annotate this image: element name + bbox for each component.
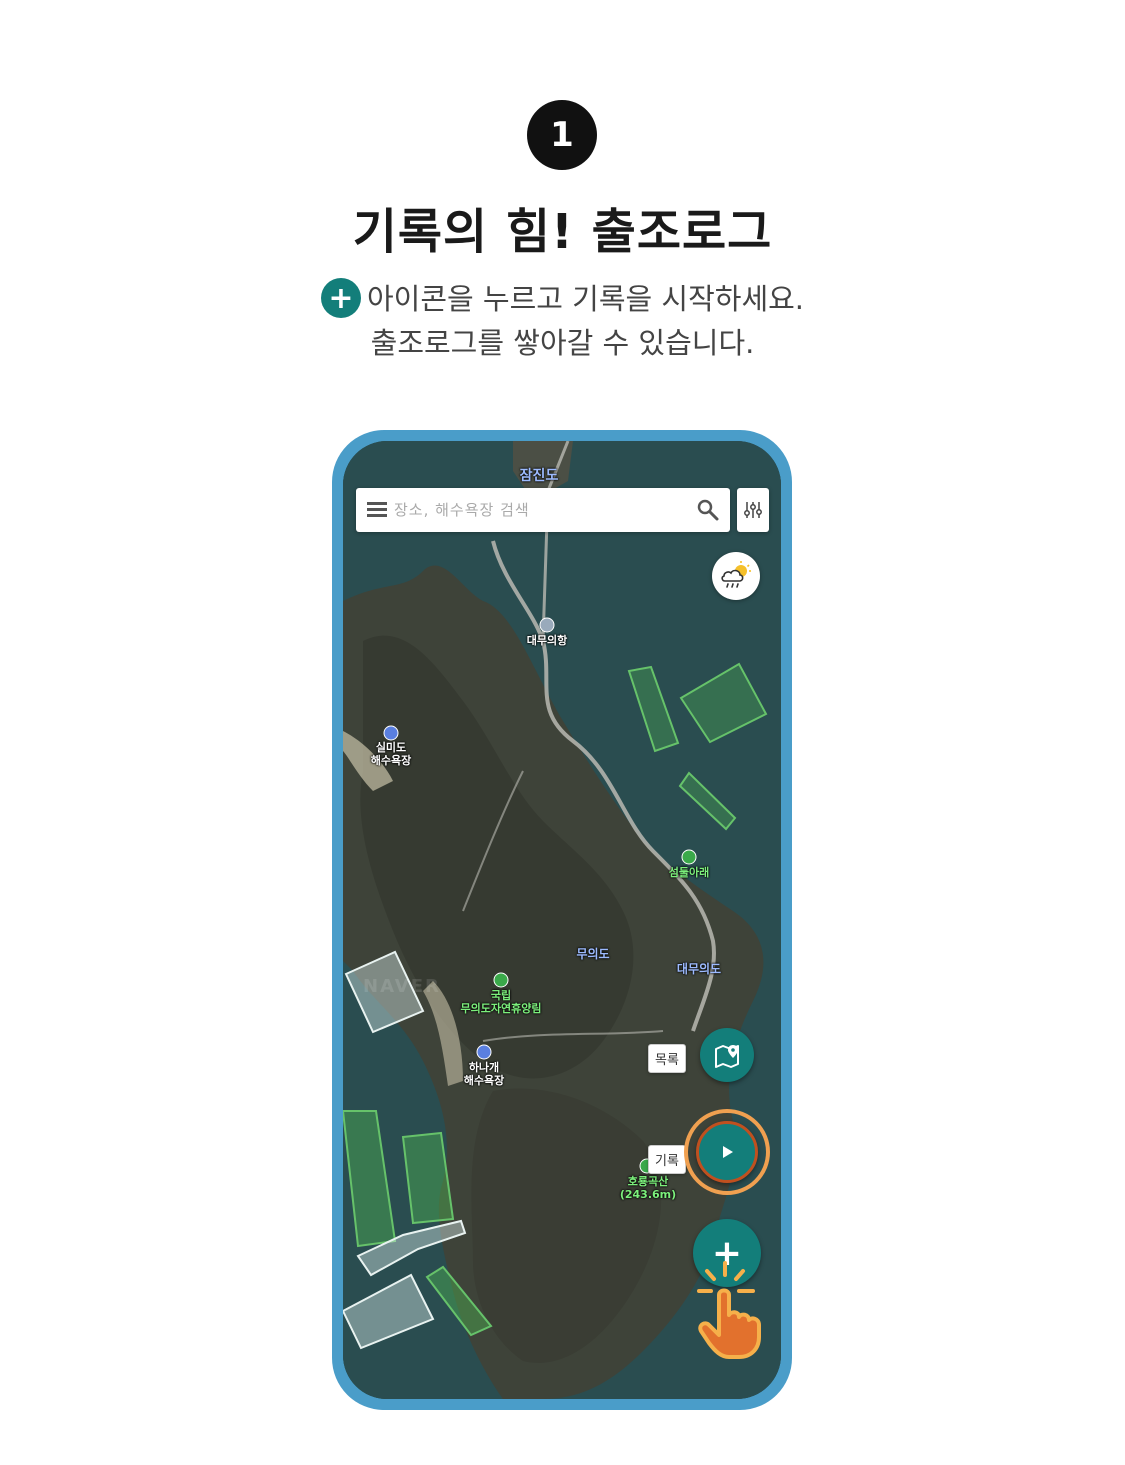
tap-hand-icon	[697, 1261, 761, 1359]
port-icon	[539, 617, 555, 633]
map-label-area: 대무의도	[676, 962, 722, 976]
map-pin-icon	[715, 1045, 739, 1068]
weather-rain-sun-icon	[721, 561, 751, 588]
menu-icon[interactable]	[367, 502, 387, 518]
weather-button[interactable]	[712, 552, 760, 600]
map-label-beach-2-type: 해수욕장	[463, 1074, 505, 1087]
map-label-peak-height: (243.6m)	[619, 1188, 677, 1201]
map-label-forest-name: 무의도자연휴양림	[460, 1002, 542, 1015]
map-label-trail: 섬둘아래	[668, 866, 710, 879]
beach-icon	[383, 725, 399, 741]
beach-icon	[476, 1044, 492, 1060]
list-label[interactable]: 목록	[648, 1044, 686, 1073]
sliders-icon	[744, 502, 762, 518]
plus-icon: +	[320, 278, 361, 318]
map-label-beach-1-type: 해수욕장	[370, 754, 412, 767]
map-watermark: NAVER	[363, 976, 441, 997]
trail-icon	[681, 849, 697, 865]
search-icon[interactable]	[696, 498, 720, 522]
map-label-beach-1-name: 실미도	[375, 741, 407, 754]
record-start-button[interactable]	[696, 1121, 758, 1183]
page-title: 기록의 힘! 출조로그	[352, 204, 773, 260]
app-screen: NAVER 잠진도 대무의항 실미도 해수욕장 섬둘아래 무의도 대무의도 국립…	[343, 441, 781, 1399]
map-label-top-island: 잠진도	[519, 468, 559, 484]
description-line-1: + 아이콘을 누르고 기록을 시작하세요.	[0, 276, 1125, 321]
record-label[interactable]: 기록	[648, 1145, 686, 1174]
play-icon	[723, 1146, 733, 1158]
description-line-2: 출조로그를 쌓아갈 수 있습니다.	[370, 326, 755, 360]
map-label-peak-name: 호룡곡산	[627, 1175, 669, 1188]
filter-button[interactable]	[737, 488, 769, 532]
forest-icon	[493, 972, 509, 988]
map-list-button[interactable]	[700, 1028, 754, 1082]
step-number-badge: 1	[527, 100, 597, 170]
map-label-beach-2-name: 하나개	[468, 1061, 500, 1074]
search-bar[interactable]: 장소, 해수욕장 검색	[356, 488, 730, 532]
search-input[interactable]: 장소, 해수욕장 검색	[394, 499, 530, 520]
map-label-forest-type: 국립	[490, 989, 512, 1002]
map-label-island: 무의도	[576, 947, 610, 961]
description-text-1: 아이콘을 누르고 기록을 시작하세요.	[366, 282, 805, 316]
map-label-port: 대무의항	[526, 634, 568, 647]
